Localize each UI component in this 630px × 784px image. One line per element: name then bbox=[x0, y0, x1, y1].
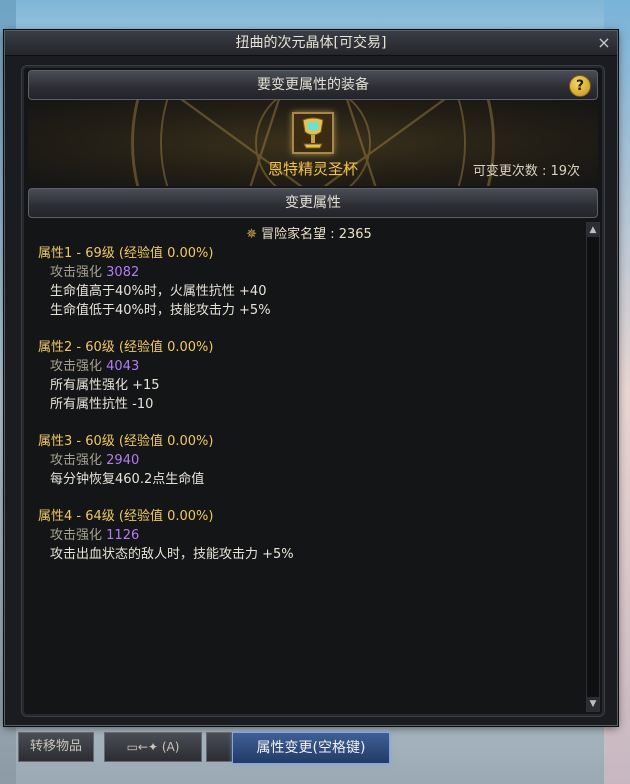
close-icon[interactable]: × bbox=[595, 34, 613, 52]
chalice-icon bbox=[294, 114, 332, 152]
attr-section-title: 变更属性 bbox=[285, 195, 341, 211]
attribute-line: 攻击出血状态的敌人时，技能攻击力 +5% bbox=[50, 547, 294, 562]
window-title: 扭曲的次元晶体[可交易] bbox=[235, 35, 387, 51]
bottom-action-bar: 转移物品 ▭←✦ (A) 属性变更(空格键) bbox=[0, 726, 630, 784]
fame-icon: ✵ bbox=[246, 227, 258, 242]
attribute-group-3: 属性3 - 60级 (经验值 0.00%) 攻击强化 2940 每分钟恢复460… bbox=[38, 432, 580, 489]
window-titlebar: 扭曲的次元晶体[可交易] × bbox=[5, 31, 617, 56]
transfer-item-button[interactable]: 转移物品 bbox=[18, 732, 94, 762]
main-frame: 要变更属性的装备 ? 恩特精灵圣杯 可变更次数 : 19次 变更属性 ✵ 冒险家… bbox=[21, 65, 605, 717]
attack-row: 攻击强化 3082 bbox=[38, 263, 580, 282]
attack-row: 攻击强化 1126 bbox=[38, 526, 580, 545]
attribute-title: 属性4 - 64级 (经验值 0.00%) bbox=[38, 509, 214, 524]
attribute-line: 每分钟恢复460.2点生命值 bbox=[50, 472, 205, 487]
dimension-crystal-window: 扭曲的次元晶体[可交易] × 要变更属性的装备 ? 恩特精灵圣杯 可变更次数:… bbox=[4, 30, 618, 726]
attribute-line: 所有属性强化 +15 bbox=[50, 378, 160, 393]
attack-row: 攻击强化 4043 bbox=[38, 357, 580, 376]
item-panel: 恩特精灵圣杯 可变更次数 : 19次 bbox=[28, 100, 598, 186]
adventurer-fame: 冒险家名望 : 2365 bbox=[261, 227, 372, 242]
attribute-line: 生命值低于40%时，技能攻击力 +5% bbox=[50, 303, 271, 318]
attack-label: 攻击强化 bbox=[50, 453, 103, 468]
attribute-change-button[interactable]: 属性变更(空格键) bbox=[232, 732, 390, 764]
attack-row: 攻击强化 2940 bbox=[38, 451, 580, 470]
attribute-group-1: 属性1 - 69级 (经验值 0.00%) 攻击强化 3082 生命值高于40%… bbox=[38, 244, 580, 320]
attribute-group-2: 属性2 - 60级 (经验值 0.00%) 攻击强化 4043 所有属性强化 +… bbox=[38, 338, 580, 414]
attack-label: 攻击强化 bbox=[50, 265, 103, 280]
adventurer-fame-row: ✵ 冒险家名望 : 2365 bbox=[38, 226, 580, 244]
attack-label: 攻击强化 bbox=[50, 528, 103, 543]
swap-hotkey: (A) bbox=[161, 740, 180, 754]
scroll-up-icon[interactable]: ▲ bbox=[587, 223, 599, 237]
attribute-title: 属性2 - 60级 (经验值 0.00%) bbox=[38, 340, 214, 355]
attribute-title: 属性1 - 69级 (经验值 0.00%) bbox=[38, 246, 214, 261]
attribute-title: 属性3 - 60级 (经验值 0.00%) bbox=[38, 434, 214, 449]
equip-section-header: 要变更属性的装备 ? bbox=[28, 70, 598, 100]
swap-arrow-icon: ▭←✦ bbox=[126, 740, 162, 754]
attack-label: 攻击强化 bbox=[50, 359, 103, 374]
attribute-line: 所有属性抗性 -10 bbox=[50, 397, 154, 412]
attribute-group-4: 属性4 - 64级 (经验值 0.00%) 攻击强化 1126 攻击出血状态的敌… bbox=[38, 507, 580, 564]
attribute-scrollbar[interactable]: ▲ ▼ bbox=[586, 222, 600, 712]
attr-section-header: 变更属性 bbox=[28, 188, 598, 218]
attribute-list: ✵ 冒险家名望 : 2365 属性1 - 69级 (经验值 0.00%) 攻击强化… bbox=[28, 222, 580, 708]
item-slot[interactable] bbox=[292, 112, 334, 154]
attack-value: 1126 bbox=[106, 528, 140, 543]
equip-section-title: 要变更属性的装备 bbox=[257, 77, 369, 93]
attack-value: 3082 bbox=[106, 265, 140, 280]
scroll-down-icon[interactable]: ▼ bbox=[587, 697, 599, 711]
swap-button[interactable]: ▭←✦ (A) bbox=[104, 732, 202, 762]
help-icon[interactable]: ? bbox=[569, 75, 591, 97]
attribute-line: 生命值高于40%时，火属性抗性 +40 bbox=[50, 284, 267, 299]
change-count: 可变更次数 : 19次 bbox=[472, 164, 580, 179]
attack-value: 2940 bbox=[106, 453, 140, 468]
attack-value: 4043 bbox=[106, 359, 140, 374]
